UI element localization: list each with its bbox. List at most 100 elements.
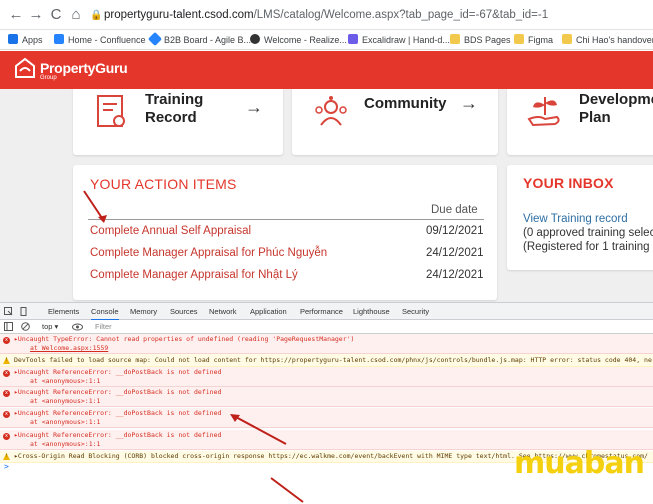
devtools-tab-performance[interactable]: Performance [300,307,343,317]
browser-toolbar: ← → C ⌂ 🔒 propertyguru-talent.csod.com/LM… [0,0,653,30]
devtools-tab-security[interactable]: Security [402,307,429,317]
forward-button[interactable]: → [26,6,46,24]
card-title-line2: Plan [579,109,611,126]
devtools-tab-sources[interactable]: Sources [170,307,198,317]
inbox-line: (0 approved training select [523,227,653,239]
plant-hand-icon [527,97,560,127]
divider [88,219,484,220]
devtools-tab-lighthouse[interactable]: Lighthouse [353,307,390,317]
devtools-tab-console[interactable]: Console [91,307,119,321]
brand-sub: Group [40,75,57,81]
bookmarks-bar: Apps Home - Confluence B2B Board - Agile… [0,30,653,50]
error-icon: x [3,433,10,440]
card-title: Community [364,95,447,112]
url-host: propertyguru-talent.csod.com [104,9,254,21]
card-training-record[interactable]: Training Record → [73,89,283,155]
eye-icon[interactable] [72,323,83,331]
bookmark-handover[interactable]: Chi Hao's handover [562,33,653,47]
console-message-sub: at <anonymous>:1:1 [30,397,101,405]
annotation-arrow-icon [83,190,107,223]
card-title: Developme [579,91,653,108]
error-icon: x [3,370,10,377]
home-button[interactable]: ⌂ [66,6,86,24]
warning-icon: ! [3,453,10,460]
devtools-tab-network[interactable]: Network [209,307,237,317]
arrow-right-icon: → [460,93,478,113]
error-icon: x [3,390,10,397]
watermark-logo: muaban [514,446,645,481]
action-item-link[interactable]: Complete Manager Appraisal for Nhật Lý [90,269,298,281]
folder-icon [450,34,460,44]
console-error[interactable]: x ▸Uncaught ReferenceError: __doPostBack… [0,387,653,407]
globe-icon [250,34,260,44]
console-filter-bar: top ▾ Filter [0,320,653,334]
console-message-text: ▸Uncaught TypeError: Cannot read propert… [14,335,355,343]
console-message-text: ▸Uncaught ReferenceError: __doPostBack i… [14,368,222,376]
inspect-element-icon[interactable] [4,307,13,316]
console-message-text: ▸Uncaught ReferenceError: __doPostBack i… [14,388,222,396]
community-icon [315,96,347,126]
folder-icon [562,34,572,44]
card-development-plan[interactable]: Developme Plan [507,89,653,155]
due-date-header: Due date [431,204,478,216]
console-source-link[interactable]: at Welcome.aspx:1559 [30,344,108,353]
page-content: Training Record → Community → Developme … [0,89,653,302]
annotation-arrow-icon [270,477,304,503]
url-path: /LMS/catalog/Welcome.aspx?tab_page_id=-6… [253,9,549,21]
confluence-icon [54,34,64,44]
bookmark-apps[interactable]: Apps [8,33,43,47]
action-item-link[interactable]: Complete Manager Appraisal for Phúc Nguy… [90,247,327,259]
back-button[interactable]: ← [6,6,26,24]
apps-grid-icon [8,34,18,44]
certificate-icon [97,95,125,127]
bookmark-excalidraw[interactable]: Excalidraw | Hand-d... [348,33,450,47]
console-error[interactable]: x ▸Uncaught ReferenceError: __doPostBack… [0,408,653,428]
card-community[interactable]: Community → [292,89,498,155]
error-icon: x [3,411,10,418]
bookmark-bds-pages[interactable]: BDS Pages [450,33,511,47]
console-error[interactable]: x ▸Uncaught TypeError: Cannot read prope… [0,334,653,354]
propertyguru-logo-icon[interactable] [14,57,36,79]
warning-icon: ! [3,357,10,364]
context-select[interactable]: top ▾ [42,322,58,332]
sidebar-toggle-icon[interactable] [4,322,13,331]
bookmark-confluence[interactable]: Home - Confluence [54,33,146,47]
devtools-tab-application[interactable]: Application [250,307,287,317]
bookmark-figma[interactable]: Figma [514,33,553,47]
arrow-right-icon: → [245,97,263,117]
folder-icon [514,34,524,44]
device-toolbar-icon[interactable] [20,307,29,316]
devtools-tab-elements[interactable]: Elements [48,307,79,317]
action-item-date: 24/12/2021 [426,247,484,259]
console-message-sub: at <anonymous>:1:1 [30,418,101,426]
card-title-line2: Record [145,109,197,126]
console-message-sub: at <anonymous>:1:1 [30,377,101,385]
card-title: Training [145,91,204,108]
console-message-text: ▸Uncaught ReferenceError: __doPostBack i… [14,431,222,439]
console-message-sub: at <anonymous>:1:1 [30,440,101,448]
action-item-date: 09/12/2021 [426,225,484,237]
bookmark-welcome[interactable]: Welcome - Realize... [250,33,347,47]
console-prompt[interactable]: > [4,462,9,471]
jira-icon [147,31,163,47]
action-item-link[interactable]: Complete Annual Self Appraisal [90,225,251,237]
view-training-record-link[interactable]: View Training record [523,213,628,225]
brand-name[interactable]: PropertyGuru [40,60,128,76]
excalidraw-icon [348,34,358,44]
inbox-title: YOUR INBOX [523,175,614,191]
console-message-text: DevTools failed to load source map: Coul… [14,356,652,364]
inbox-line: (Registered for 1 training s [523,241,653,253]
reload-button[interactable]: C [46,6,66,24]
console-message-text: ▸Uncaught ReferenceError: __doPostBack i… [14,409,222,417]
bookmark-b2b-board[interactable]: B2B Board - Agile B... [147,31,251,47]
address-bar[interactable]: 🔒 propertyguru-talent.csod.com/LMS/catalo… [90,4,653,26]
action-item-date: 24/12/2021 [426,269,484,281]
devtools-tab-memory[interactable]: Memory [130,307,157,317]
console-warning[interactable]: ! DevTools failed to load source map: Co… [0,354,653,367]
devtools-tabbar: Elements Console Memory Sources Network … [0,302,653,321]
site-header: PropertyGuru Group [0,51,653,89]
console-error[interactable]: x ▸Uncaught ReferenceError: __doPostBack… [0,367,653,387]
error-icon: x [3,337,10,344]
clear-console-icon[interactable] [21,322,30,331]
console-filter-input[interactable]: Filter [95,322,112,332]
